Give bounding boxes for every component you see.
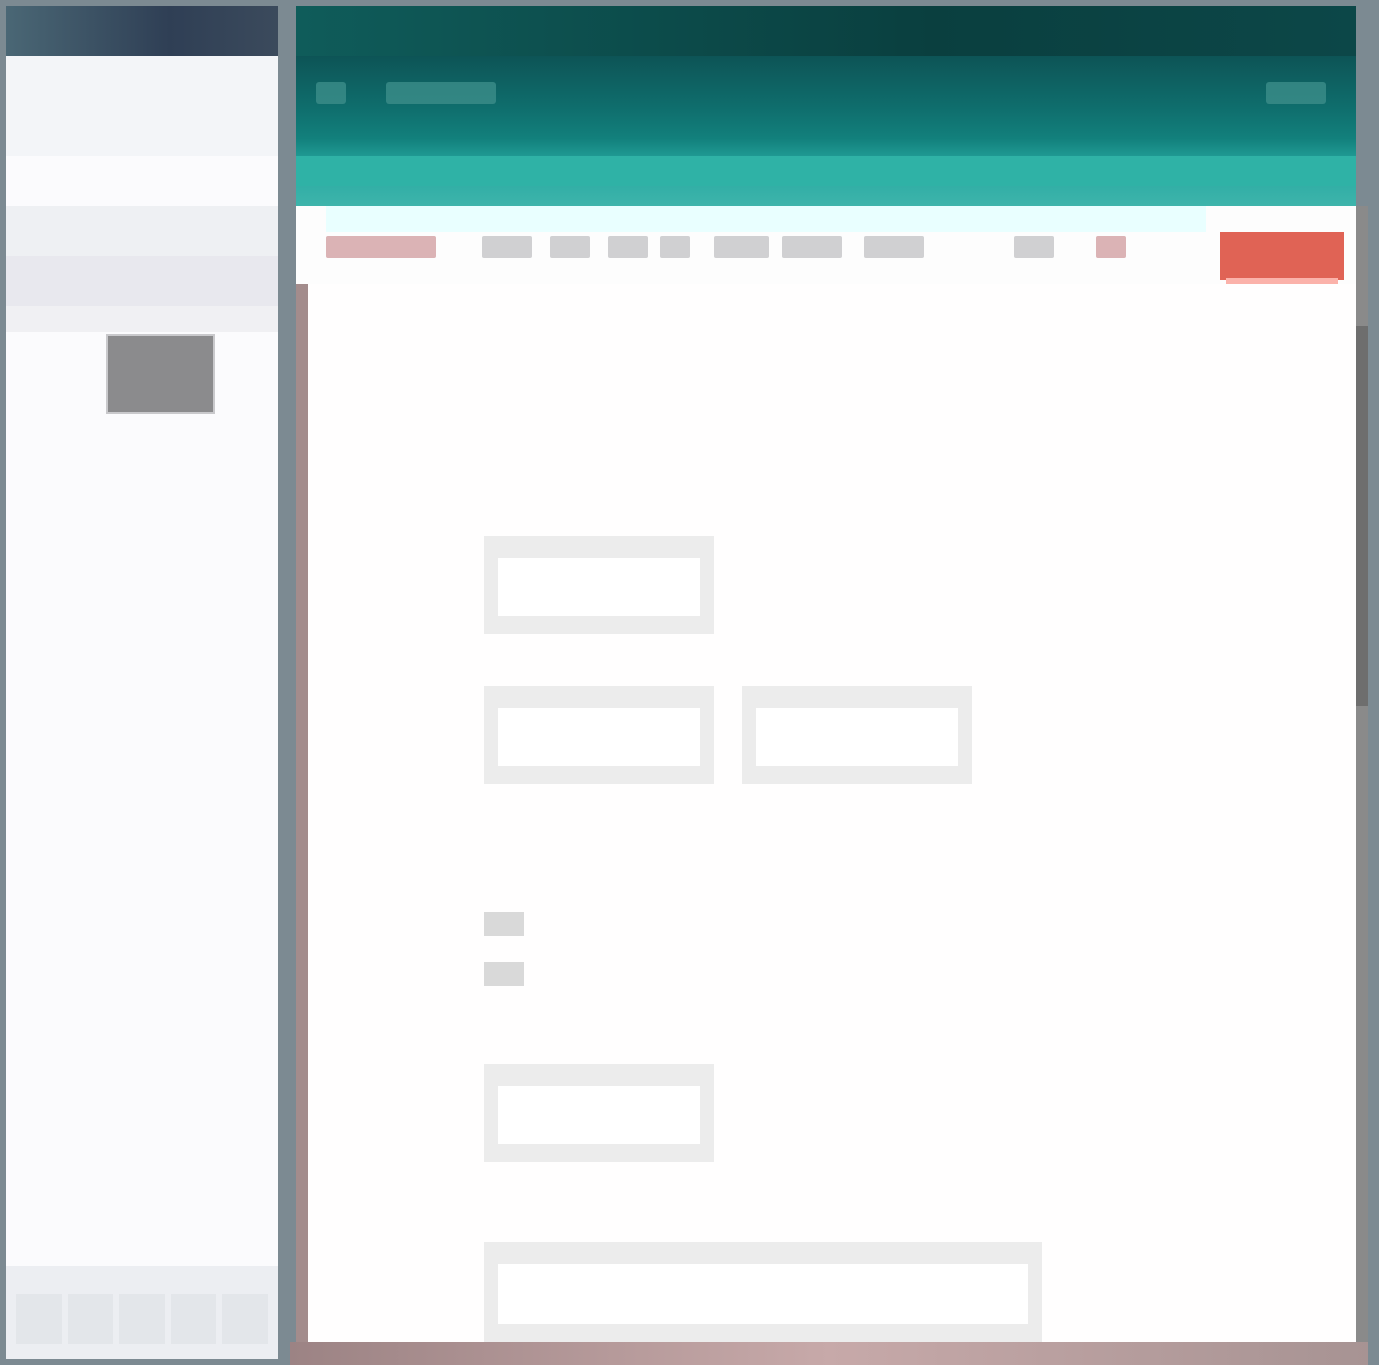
text-input[interactable] (756, 708, 958, 766)
text-field[interactable] (484, 536, 714, 634)
toolbar-item[interactable] (550, 236, 590, 258)
toolbar-item[interactable] (864, 236, 924, 258)
header-band (296, 156, 1356, 186)
footer-button[interactable] (222, 1294, 268, 1344)
toolbar-icon[interactable] (1096, 236, 1126, 258)
left-titlebar (6, 6, 278, 56)
left-panel-footer (6, 1266, 278, 1359)
scrollbar-thumb[interactable] (1356, 326, 1368, 706)
toolbar-item[interactable] (660, 236, 690, 258)
left-panel-divider (6, 306, 278, 332)
footer-button[interactable] (170, 1294, 217, 1344)
toolbar (296, 206, 1356, 304)
header-tab[interactable] (386, 82, 496, 104)
text-field[interactable] (484, 1064, 714, 1162)
text-field[interactable] (742, 686, 972, 784)
header-icon[interactable] (316, 82, 346, 104)
vertical-scrollbar[interactable] (1356, 206, 1368, 1342)
left-panel-toolbar[interactable] (6, 206, 278, 256)
header-control[interactable] (1266, 82, 1326, 104)
left-panel (6, 56, 278, 1359)
status-bar (290, 1342, 1368, 1365)
text-area[interactable] (484, 1242, 1042, 1342)
toolbar-item[interactable] (608, 236, 648, 258)
form-content (296, 284, 1356, 1342)
thumbnail-image[interactable] (106, 334, 215, 414)
toolbar-item[interactable] (782, 236, 842, 258)
window-titlebar[interactable] (296, 6, 1356, 56)
left-panel-search[interactable] (6, 256, 278, 306)
toolbar-tab[interactable] (326, 236, 436, 258)
text-input[interactable] (498, 1086, 700, 1144)
footer-button[interactable] (119, 1294, 165, 1344)
option-checkbox[interactable] (484, 912, 524, 936)
textarea-input[interactable] (498, 1264, 1028, 1324)
text-field[interactable] (484, 686, 714, 784)
close-button[interactable] (1220, 232, 1344, 304)
toolbar-item[interactable] (1014, 236, 1054, 258)
toolbar-highlight (326, 206, 1206, 232)
text-input[interactable] (498, 558, 700, 616)
window-header (296, 56, 1356, 206)
option-checkbox[interactable] (484, 962, 524, 986)
text-input[interactable] (498, 708, 700, 766)
footer-button[interactable] (67, 1294, 114, 1344)
toolbar-item[interactable] (714, 236, 769, 258)
left-panel-header (6, 56, 278, 156)
footer-button[interactable] (16, 1294, 62, 1344)
toolbar-item[interactable] (482, 236, 532, 258)
